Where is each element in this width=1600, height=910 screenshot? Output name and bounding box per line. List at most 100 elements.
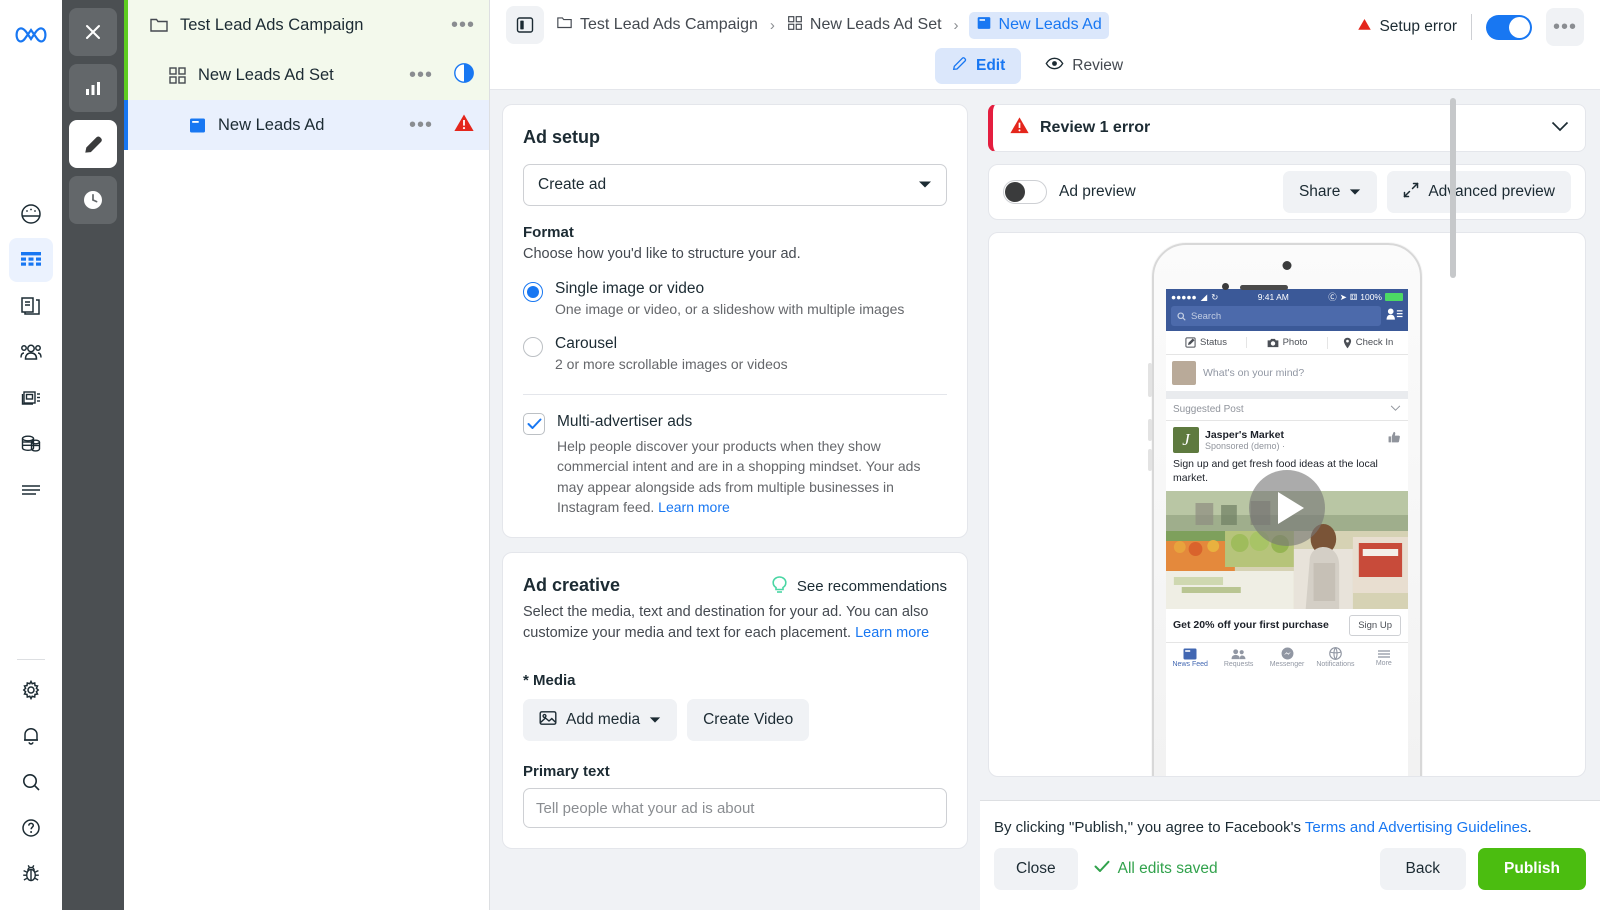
checkbox-icon[interactable] [523, 413, 545, 435]
format-option-single[interactable]: Single image or video One image or video… [523, 280, 947, 317]
description-text: Help people discover your products when … [557, 438, 921, 515]
primary-text-input[interactable] [523, 788, 947, 829]
review-error-banner[interactable]: Review 1 error [988, 104, 1586, 152]
panel-toggle-icon[interactable] [506, 6, 544, 44]
breadcrumb-label: New Leads Ad [998, 16, 1102, 33]
add-media-button[interactable]: Add media [523, 699, 678, 742]
ad-active-toggle[interactable] [1486, 14, 1532, 40]
status-icon [1185, 337, 1196, 348]
learn-more-link[interactable]: Learn more [855, 625, 929, 641]
chevron-down-icon[interactable] [1390, 404, 1401, 415]
create-video-button[interactable]: Create Video [687, 699, 810, 742]
search-input[interactable]: Search [1171, 306, 1381, 326]
grid-icon [787, 15, 803, 36]
breadcrumb-item-campaign[interactable]: Test Lead Ads Campaign [556, 15, 758, 35]
ad-status-bar [124, 100, 128, 150]
tab-messenger[interactable]: Messenger [1263, 647, 1311, 668]
radio-icon[interactable] [523, 282, 543, 302]
ad-creative-title: Ad creative [523, 575, 621, 596]
warning-triangle-icon [1357, 18, 1372, 36]
audiences-icon[interactable] [9, 330, 53, 374]
row-overflow-menu[interactable]: ••• [409, 115, 433, 135]
primary-text-label: Primary text [523, 763, 610, 781]
tab-more[interactable]: More [1360, 649, 1408, 667]
status-badge[interactable]: Setup error [1357, 18, 1457, 36]
row-overflow-menu[interactable]: ••• [451, 15, 475, 35]
publish-button[interactable]: Publish [1478, 848, 1586, 890]
breadcrumb-item-adset[interactable]: New Leads Ad Set [787, 15, 942, 36]
terms-link[interactable]: Terms and Advertising Guidelines [1305, 819, 1528, 836]
form-scrollbar[interactable] [1450, 98, 1456, 278]
format-sublabel: Choose how you'd like to structure your … [523, 246, 801, 262]
ad-setup-card: Ad setup Create ad Format Choose how you… [502, 104, 968, 539]
billing-icon[interactable] [9, 422, 53, 466]
menu-icon[interactable] [9, 468, 53, 512]
photo-action[interactable]: Photo [1246, 337, 1327, 348]
performance-icon[interactable] [9, 192, 53, 236]
tab-label: Edit [976, 57, 1006, 74]
share-label: Share [1298, 183, 1341, 200]
tree-row[interactable]: New Leads Ad Set ••• [124, 50, 489, 100]
news-feed-icon [1183, 648, 1197, 660]
help-icon[interactable] [9, 806, 53, 850]
location-pin-icon [1343, 337, 1351, 348]
see-recommendations-button[interactable]: See recommendations [771, 575, 947, 598]
chevron-down-icon[interactable] [1551, 119, 1569, 137]
clock-icon[interactable] [69, 176, 117, 224]
warning-triangle-icon [1009, 116, 1030, 140]
edit-pencil-icon[interactable] [69, 120, 117, 168]
tab-news-feed[interactable]: News Feed [1166, 648, 1214, 668]
bell-icon[interactable] [9, 714, 53, 758]
advanced-preview-button[interactable]: Advanced preview [1387, 171, 1571, 213]
suggested-post-label: Suggested Post [1173, 404, 1244, 415]
search-icon[interactable] [9, 760, 53, 804]
pages-icon[interactable] [9, 284, 53, 328]
more-menu-icon [1377, 650, 1390, 658]
pencil-icon [951, 55, 968, 77]
ad-creative-description: Select the media, text and destination f… [523, 602, 947, 644]
radio-icon[interactable] [523, 337, 543, 357]
close-button[interactable]: Close [994, 848, 1078, 890]
table-icon[interactable] [9, 238, 53, 282]
thumbs-up-icon [1388, 431, 1401, 449]
phone-side-button [1148, 363, 1152, 397]
battery-icon [1385, 293, 1403, 301]
friend-requests-icon[interactable] [1386, 307, 1403, 326]
checkin-action[interactable]: Check In [1327, 336, 1408, 349]
close-icon[interactable] [69, 8, 117, 56]
phone-sensor [1222, 283, 1229, 290]
tab-notifications[interactable]: Notifications [1311, 647, 1359, 668]
post-composer[interactable]: What's on your mind? [1166, 355, 1408, 399]
row-overflow-menu[interactable]: ••• [409, 65, 433, 85]
tab-requests[interactable]: Requests [1214, 648, 1262, 668]
tree-row[interactable]: Test Lead Ads Campaign ••• [124, 0, 489, 50]
ad-preview-toggle[interactable] [1003, 180, 1047, 204]
tab-edit[interactable]: Edit [935, 48, 1022, 84]
catalog-icon[interactable] [9, 376, 53, 420]
more-options-button[interactable]: ••• [1546, 8, 1584, 46]
tab-review[interactable]: Review [1029, 49, 1139, 83]
recommendations-label: See recommendations [796, 578, 947, 596]
create-ad-select[interactable]: Create ad [523, 164, 947, 206]
editor-tool-rail [62, 0, 124, 910]
phone-speaker [1240, 285, 1288, 290]
legal-prefix: By clicking "Publish," you agree to Face… [994, 819, 1305, 836]
status-action[interactable]: Status [1166, 337, 1246, 348]
learn-more-link[interactable]: Learn more [658, 499, 730, 515]
bug-icon[interactable] [9, 852, 53, 896]
media-label: * Media [523, 672, 576, 690]
multi-advertiser-option[interactable]: Multi-advertiser ads Help people discove… [523, 413, 947, 517]
suggested-post-header: Suggested Post [1166, 399, 1408, 421]
back-button[interactable]: Back [1379, 848, 1467, 890]
format-option-carousel[interactable]: Carousel 2 or more scrollable images or … [523, 335, 947, 372]
setup-error-label: Setup error [1379, 18, 1457, 35]
option-subtitle: One image or video, or a slideshow with … [555, 301, 905, 317]
share-button[interactable]: Share [1282, 171, 1378, 213]
chart-icon[interactable] [69, 64, 117, 112]
gear-icon[interactable] [9, 668, 53, 712]
breadcrumb-item-ad[interactable]: New Leads Ad [968, 11, 1109, 39]
cta-button[interactable]: Sign Up [1349, 615, 1401, 637]
video-play-button[interactable] [1249, 470, 1325, 546]
tree-row[interactable]: New Leads Ad ••• [124, 100, 489, 150]
meta-logo-icon[interactable] [11, 14, 51, 54]
